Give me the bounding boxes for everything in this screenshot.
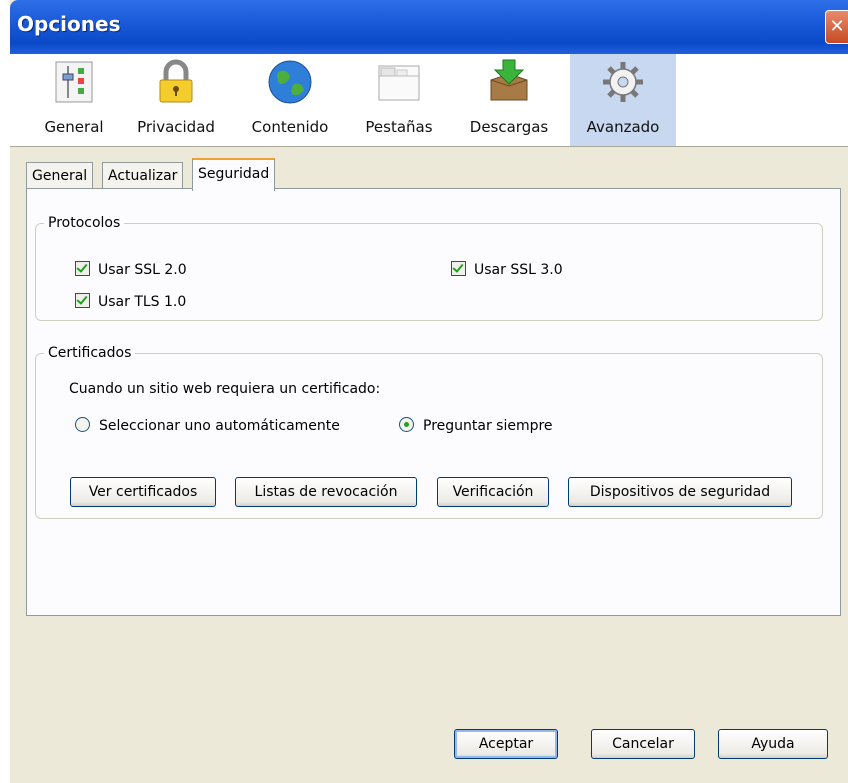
- tab-general[interactable]: General: [26, 162, 94, 189]
- security-panel: Protocolos Usar SSL 2.0 Usar SSL 3.0 Usa…: [26, 188, 841, 616]
- radio-auto-select[interactable]: Seleccionar uno automáticamente: [75, 417, 340, 434]
- toolbar-item-privacidad[interactable]: Privacidad: [126, 54, 226, 146]
- toolbar-item-label: Avanzado: [586, 118, 660, 136]
- padlock-icon: [159, 59, 193, 103]
- ssl2-label: Usar SSL 2.0: [98, 262, 187, 278]
- close-icon: ✕: [829, 16, 845, 37]
- sliders-icon: [55, 61, 93, 103]
- title-bar[interactable]: Opciones ✕: [10, 0, 848, 54]
- download-box-icon: [490, 59, 528, 101]
- protocols-legend: Protocolos: [48, 215, 121, 231]
- tls1-label: Usar TLS 1.0: [98, 294, 187, 310]
- security-devices-button[interactable]: Dispositivos de seguridad: [568, 477, 792, 507]
- revocation-lists-button[interactable]: Listas de revocación: [235, 477, 417, 507]
- help-button[interactable]: Ayuda: [718, 729, 828, 759]
- close-button[interactable]: ✕: [825, 10, 848, 44]
- toolbar-item-avanzado[interactable]: Avanzado: [570, 54, 676, 146]
- tls1-checkbox[interactable]: Usar TLS 1.0: [75, 293, 186, 310]
- toolbar-item-label: Descargas: [469, 118, 549, 136]
- cancel-button[interactable]: Cancelar: [591, 729, 695, 759]
- accept-button[interactable]: Aceptar: [454, 729, 558, 759]
- toolbar-item-contenido[interactable]: Contenido: [240, 54, 340, 146]
- ssl3-checkbox[interactable]: Usar SSL 3.0: [451, 261, 563, 278]
- tab-actualizar[interactable]: Actualizar: [102, 162, 184, 189]
- preferences-toolbar: General Privacidad Contenido Pestañas De…: [10, 54, 848, 147]
- radio-always-ask[interactable]: Preguntar siempre: [399, 417, 553, 434]
- tab-seguridad[interactable]: Seguridad: [192, 158, 276, 191]
- radio-selected-icon: [399, 417, 414, 432]
- radio-empty-icon: [75, 417, 90, 432]
- verification-button[interactable]: Verificación: [437, 477, 549, 507]
- toolbar-item-label: General: [44, 118, 104, 136]
- ssl2-checkbox[interactable]: Usar SSL 2.0: [75, 261, 187, 278]
- toolbar-item-descargas[interactable]: Descargas: [456, 54, 562, 146]
- toolbar-item-label: Contenido: [251, 118, 329, 136]
- toolbar-item-pestanas[interactable]: Pestañas: [354, 54, 444, 146]
- radio-ask-label: Preguntar siempre: [423, 418, 553, 434]
- certificate-prompt: Cuando un sitio web requiera un certific…: [69, 381, 381, 397]
- tabs-window-icon: [378, 65, 420, 101]
- toolbar-item-general[interactable]: General: [34, 54, 114, 146]
- window-title: Opciones: [17, 12, 121, 36]
- globe-icon: [268, 60, 312, 104]
- ssl3-label: Usar SSL 3.0: [474, 262, 563, 278]
- options-window: Opciones ✕ General Privacidad Contenido …: [10, 0, 848, 783]
- view-certificates-button[interactable]: Ver certificados: [70, 477, 216, 507]
- gear-icon: [603, 62, 643, 102]
- checkbox-checked-icon: [75, 261, 90, 276]
- checkbox-checked-icon: [451, 261, 466, 276]
- checkbox-checked-icon: [75, 293, 90, 308]
- toolbar-item-label: Pestañas: [365, 118, 433, 136]
- radio-auto-label: Seleccionar uno automáticamente: [99, 418, 340, 434]
- toolbar-item-label: Privacidad: [137, 118, 215, 136]
- certificates-legend: Certificados: [48, 345, 132, 361]
